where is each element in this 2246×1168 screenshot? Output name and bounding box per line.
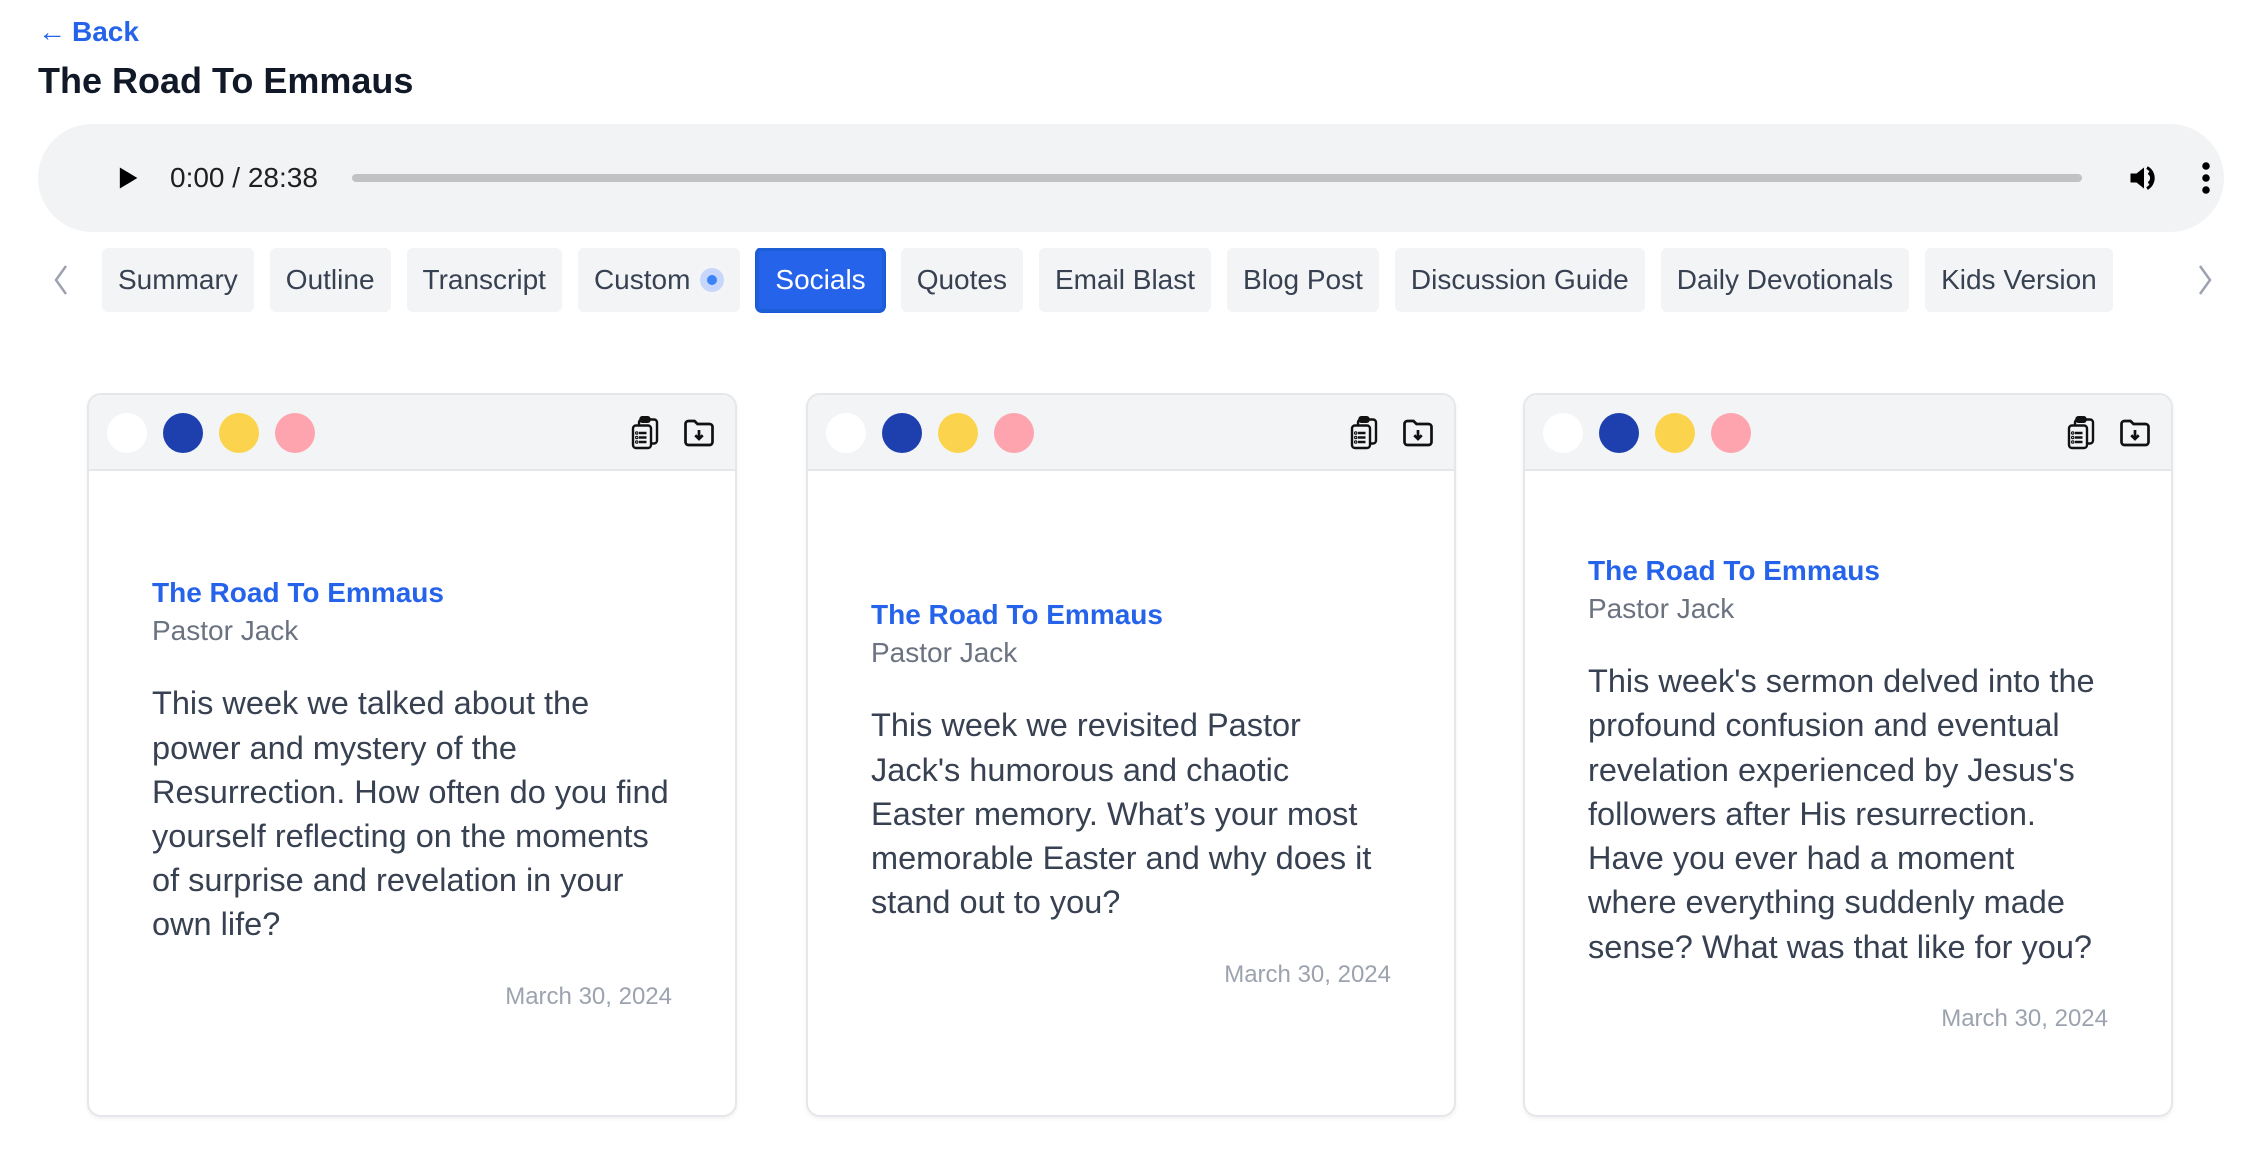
color-swatch[interactable] bbox=[107, 413, 147, 453]
play-icon[interactable] bbox=[114, 164, 142, 192]
tab-transcript[interactable]: Transcript bbox=[406, 248, 562, 312]
tab-label: Email Blast bbox=[1054, 264, 1196, 295]
post-text: This week we revisited Pastor Jack's hum… bbox=[871, 707, 1372, 921]
color-swatch[interactable] bbox=[994, 413, 1034, 453]
post-date: March 30, 2024 bbox=[1941, 1004, 2108, 1032]
color-swatch[interactable] bbox=[1599, 413, 1639, 453]
more-options-icon[interactable] bbox=[2198, 160, 2214, 196]
tab-blog-post[interactable]: Blog Post bbox=[1227, 248, 1379, 312]
chevron-right-icon[interactable] bbox=[2190, 258, 2220, 302]
tab-label: Blog Post bbox=[1243, 264, 1363, 295]
social-post-card: The Road To Emmaus Pastor Jack This week… bbox=[87, 393, 737, 1117]
tab-label: Quotes bbox=[916, 264, 1007, 295]
post-author: Pastor Jack bbox=[152, 615, 299, 647]
tab-label: Outline bbox=[285, 264, 375, 295]
color-swatch[interactable] bbox=[938, 413, 978, 453]
card-toolbar bbox=[89, 395, 735, 471]
folder-download-icon[interactable] bbox=[681, 415, 717, 451]
tab-custom[interactable]: Custom bbox=[577, 248, 741, 312]
card-toolbar bbox=[808, 395, 1454, 471]
copy-clipboard-icon[interactable] bbox=[2063, 415, 2099, 451]
tab-kids-version[interactable]: Kids Version bbox=[1925, 248, 2113, 312]
post-title: The Road To Emmaus bbox=[1588, 555, 1880, 587]
card-body: The Road To Emmaus Pastor Jack This week… bbox=[1525, 471, 2171, 1115]
tab-label: Socials bbox=[775, 264, 866, 295]
tab-label: Daily Devotionals bbox=[1676, 264, 1894, 295]
color-swatch[interactable] bbox=[1543, 413, 1583, 453]
tab-quotes[interactable]: Quotes bbox=[900, 248, 1023, 312]
folder-download-icon[interactable] bbox=[1400, 415, 1436, 451]
color-swatch[interactable] bbox=[219, 413, 259, 453]
audio-player: 0:00 / 28:38 bbox=[38, 124, 2224, 232]
post-date: March 30, 2024 bbox=[505, 982, 672, 1010]
post-title: The Road To Emmaus bbox=[871, 599, 1163, 631]
color-swatch[interactable] bbox=[882, 413, 922, 453]
post-date: March 30, 2024 bbox=[1224, 960, 1391, 988]
card-body: The Road To Emmaus Pastor Jack This week… bbox=[89, 471, 735, 1115]
tab-label: Transcript bbox=[422, 264, 546, 295]
post-author: Pastor Jack bbox=[871, 637, 1018, 669]
tab-daily-devotionals[interactable]: Daily Devotionals bbox=[1660, 248, 1910, 312]
tab-summary[interactable]: Summary bbox=[102, 248, 254, 312]
color-swatch[interactable] bbox=[1655, 413, 1695, 453]
copy-clipboard-icon[interactable] bbox=[627, 415, 663, 451]
tab-socials[interactable]: Socials bbox=[756, 248, 885, 312]
color-swatch[interactable] bbox=[1711, 413, 1751, 453]
tab-label: Custom bbox=[593, 264, 691, 295]
status-dot-icon bbox=[700, 268, 725, 292]
chevron-left-icon[interactable] bbox=[46, 258, 76, 302]
social-post-card: The Road To Emmaus Pastor Jack This week… bbox=[1523, 393, 2173, 1117]
back-label: Back bbox=[72, 16, 139, 47]
copy-clipboard-icon[interactable] bbox=[1346, 415, 1382, 451]
color-swatch[interactable] bbox=[826, 413, 866, 453]
arrow-left-icon: ← bbox=[38, 16, 66, 47]
card-toolbar bbox=[1525, 395, 2171, 471]
volume-icon[interactable] bbox=[2126, 160, 2162, 196]
tab-label: Discussion Guide bbox=[1410, 264, 1629, 295]
tab-discussion-guide[interactable]: Discussion Guide bbox=[1394, 248, 1645, 312]
page-title: The Road To Emmaus bbox=[38, 60, 414, 101]
card-body: The Road To Emmaus Pastor Jack This week… bbox=[808, 471, 1454, 1115]
post-text: This week we talked about the power and … bbox=[152, 685, 669, 943]
color-swatch[interactable] bbox=[275, 413, 315, 453]
post-author: Pastor Jack bbox=[1588, 593, 1735, 625]
post-text: This week's sermon delved into the profo… bbox=[1588, 663, 2095, 965]
color-swatch[interactable] bbox=[163, 413, 203, 453]
tab-outline[interactable]: Outline bbox=[269, 248, 391, 312]
post-title: The Road To Emmaus bbox=[152, 577, 444, 609]
tab-list: Summary Outline Transcript Custom Socials Quo… bbox=[102, 248, 2208, 314]
social-post-card: The Road To Emmaus Pastor Jack This week… bbox=[806, 393, 1456, 1117]
tab-label: Kids Version bbox=[1941, 264, 2097, 295]
folder-download-icon[interactable] bbox=[2117, 415, 2153, 451]
seek-bar[interactable] bbox=[352, 174, 2082, 182]
tab-bar: Summary Outline Transcript Custom Socials Quo… bbox=[40, 248, 2226, 314]
tab-email-blast[interactable]: Email Blast bbox=[1038, 248, 1212, 312]
time-display: 0:00 / 28:38 bbox=[170, 162, 318, 193]
tab-label: Summary bbox=[118, 264, 238, 295]
back-link[interactable]: ← Back bbox=[38, 16, 139, 48]
